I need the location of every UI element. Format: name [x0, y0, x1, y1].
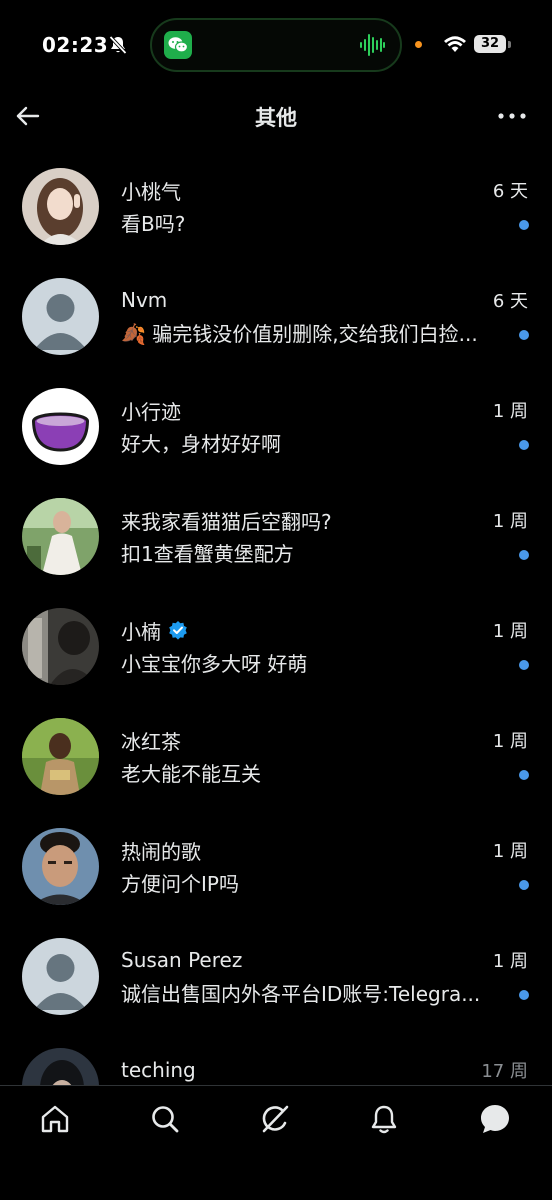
avatar[interactable]	[22, 718, 99, 795]
ellipsis-icon[interactable]	[494, 102, 530, 130]
conversation-name: Nvm	[121, 288, 168, 312]
conversation-item[interactable]: 小桃气 6 天看B吗?	[0, 160, 552, 270]
audio-wave-icon	[360, 34, 385, 56]
conversation-name: 冰红茶	[121, 729, 181, 754]
unread-indicator-dot	[519, 330, 529, 340]
unread-indicator-dot	[519, 770, 529, 780]
grok-icon[interactable]	[258, 1102, 292, 1136]
battery-indicator: 32	[474, 35, 506, 53]
bell-icon[interactable]	[367, 1102, 401, 1136]
conversation-time: 1 周	[492, 731, 528, 752]
conversation-item[interactable]: Nvm 6 天 🍂 骗完钱没价值别删除,交给我们白捡...	[0, 270, 552, 380]
dynamic-island[interactable]	[150, 18, 402, 72]
name-row: teching	[121, 1056, 196, 1084]
avatar[interactable]	[22, 278, 99, 355]
name-row: 小楠	[121, 616, 188, 644]
conversation-time: 17 周	[481, 1061, 528, 1082]
conversation-time: 1 周	[492, 841, 528, 862]
search-icon[interactable]	[148, 1102, 182, 1136]
unread-indicator-dot	[519, 880, 529, 890]
message-preview: 看B吗?	[121, 212, 186, 236]
conversation-name: 来我家看猫猫后空翻吗?	[121, 509, 332, 534]
conversation-time: 1 周	[492, 511, 528, 532]
conversation-item[interactable]: Susan Perez 1 周诚信出售国内外各平台ID账号:Telegra...	[0, 930, 552, 1040]
page-title: 其他	[255, 106, 297, 130]
conversation-time: 6 天	[492, 181, 528, 202]
status-time: 02:23	[42, 33, 109, 57]
messages-icon[interactable]	[478, 1102, 512, 1136]
avatar[interactable]	[22, 498, 99, 575]
header: 其他	[0, 90, 552, 142]
conversation-time: 1 周	[492, 401, 528, 422]
unread-indicator-dot	[519, 550, 529, 560]
wifi-icon	[444, 36, 466, 52]
unread-indicator-dot	[519, 220, 529, 230]
name-row: 小桃气	[121, 176, 181, 204]
message-preview: 老大能不能互关	[121, 762, 261, 786]
unread-indicator-dot	[519, 440, 529, 450]
conversation-name: teching	[121, 1058, 196, 1082]
name-row: 热闹的歌	[121, 836, 201, 864]
conversation-time: 1 周	[492, 951, 528, 972]
conversation-name: Susan Perez	[121, 948, 243, 972]
unread-indicator-dot	[519, 990, 529, 1000]
conversation-item[interactable]: 冰红茶 1 周老大能不能互关	[0, 710, 552, 820]
avatar[interactable]	[22, 608, 99, 685]
message-preview: 好大，身材好好啊	[121, 432, 281, 456]
avatar[interactable]	[22, 938, 99, 1015]
verified-badge-icon	[169, 621, 187, 640]
name-row: 来我家看猫猫后空翻吗?	[121, 506, 332, 534]
message-preview: 扣1查看蟹黄堡配方	[121, 542, 294, 566]
conversation-item[interactable]: 小行迹 1 周好大，身材好好啊	[0, 380, 552, 490]
battery-cap	[508, 41, 511, 48]
message-preview: 小宝宝你多大呀 好萌	[121, 652, 308, 676]
conversation-name: 小行迹	[121, 399, 181, 424]
conversation-list[interactable]: 小桃气 6 天看B吗? Nvm 6 天 🍂 骗完钱没价值别删除,交给我们白捡... 小行迹…	[0, 160, 552, 1085]
avatar[interactable]	[22, 168, 99, 245]
name-row: 冰红茶	[121, 726, 181, 754]
conversation-name: 小楠	[121, 619, 161, 644]
conversation-time: 1 周	[492, 621, 528, 642]
conversation-time: 6 天	[492, 291, 528, 312]
bottom-nav	[0, 1085, 552, 1200]
avatar[interactable]	[22, 1048, 99, 1085]
name-row: Nvm	[121, 286, 167, 314]
privacy-indicator-dot	[415, 41, 422, 48]
message-preview: 诚信出售国内外各平台ID账号:Telegra...	[121, 982, 481, 1006]
bell-mute-icon	[109, 35, 127, 55]
conversation-item[interactable]: teching 17 周	[0, 1040, 552, 1085]
avatar[interactable]	[22, 388, 99, 465]
message-preview: 方便问个IP吗	[121, 872, 239, 896]
home-icon[interactable]	[38, 1102, 72, 1136]
name-row: Susan Perez	[121, 946, 242, 974]
conversation-name: 小桃气	[121, 179, 181, 204]
conversation-item[interactable]: 热闹的歌 1 周方便问个IP吗	[0, 820, 552, 930]
message-preview: 🍂 骗完钱没价值别删除,交给我们白捡...	[121, 322, 478, 346]
conversation-name: 热闹的歌	[121, 839, 201, 864]
wechat-icon	[164, 31, 192, 59]
name-row: 小行迹	[121, 396, 181, 424]
unread-indicator-dot	[519, 660, 529, 670]
conversation-item[interactable]: 小楠 1 周小宝宝你多大呀 好萌	[0, 600, 552, 710]
avatar[interactable]	[22, 828, 99, 905]
conversation-item[interactable]: 来我家看猫猫后空翻吗? 1 周扣1查看蟹黄堡配方	[0, 490, 552, 600]
status-bar: 02:23 32	[0, 0, 552, 90]
